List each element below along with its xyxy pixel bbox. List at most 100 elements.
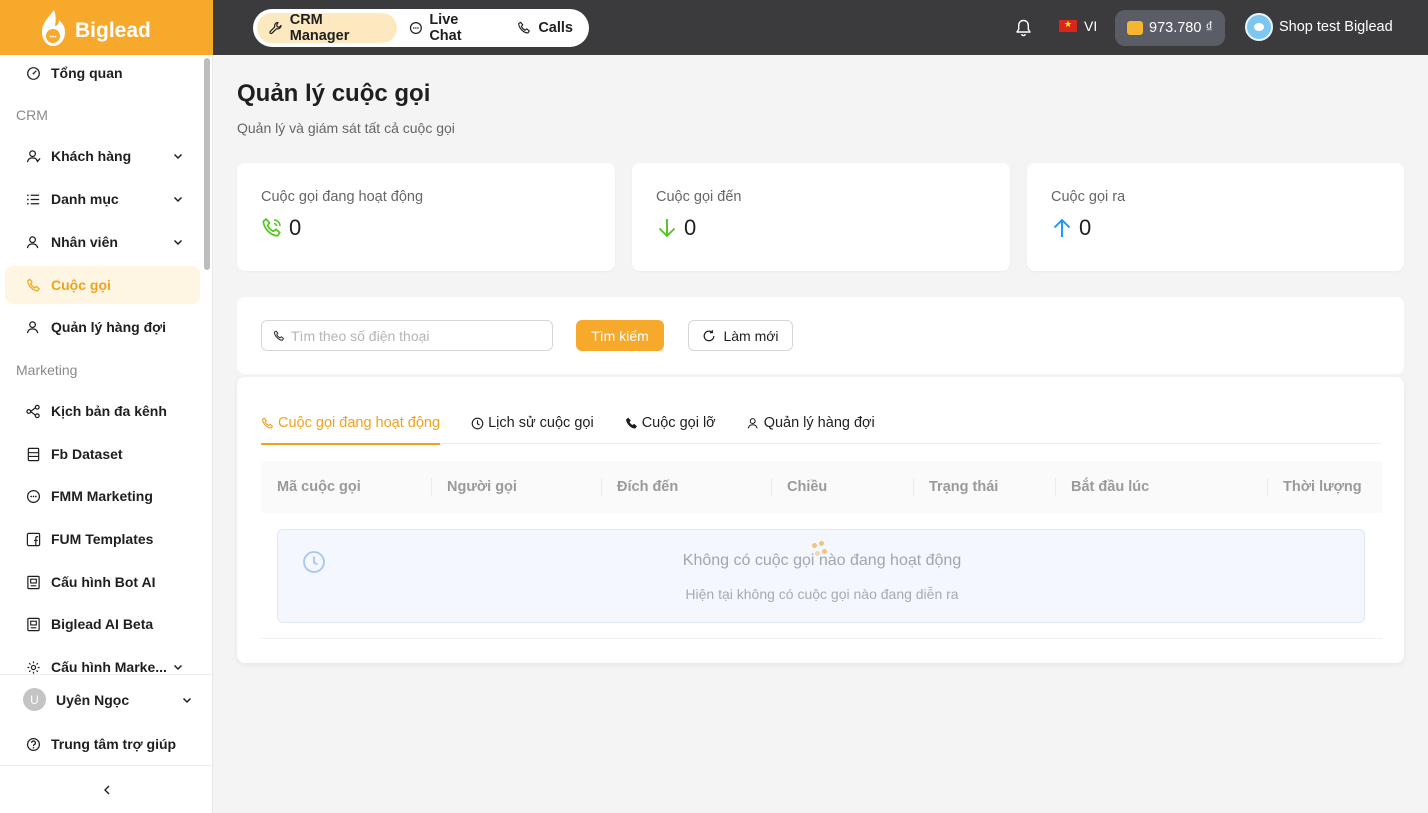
sidebar-item-fmm-marketing[interactable]: FMM Marketing — [5, 477, 200, 515]
phone-search-input[interactable] — [291, 327, 541, 344]
avatar: U — [23, 688, 46, 711]
stat-label: Cuộc gọi ra — [1051, 189, 1126, 205]
tab-live-chat-label: Live Chat — [429, 12, 462, 44]
sidebar-item-customers[interactable]: Khách hàng — [5, 137, 200, 175]
sidebar-item-overview[interactable]: Tổng quan — [5, 54, 200, 92]
app-switcher: CRM Manager Live Chat Calls — [253, 9, 589, 47]
sidebar-item-calls[interactable]: Cuộc gọi — [5, 266, 200, 304]
phone-icon — [261, 417, 273, 429]
shop-avatar — [1245, 13, 1273, 41]
empty-state-description: Hiện tại không có cuộc gọi nào đang diễn… — [685, 586, 959, 602]
column-header-started-at[interactable]: Bắt đầu lúc — [1055, 461, 1267, 513]
sidebar-item-label: Cuộc gọi — [51, 277, 111, 293]
staff-icon — [26, 235, 39, 248]
sidebar-item-label: Fb Dataset — [51, 446, 123, 462]
dashboard-icon — [27, 66, 40, 80]
bell-icon[interactable] — [1015, 19, 1032, 37]
language-selector[interactable]: VI — [1059, 18, 1097, 34]
chevron-down-icon — [182, 697, 192, 703]
clock-icon — [471, 417, 484, 429]
facebook-icon — [26, 532, 41, 546]
sidebar-item-fb-dataset[interactable]: Fb Dataset — [5, 435, 200, 473]
chevron-down-icon — [173, 664, 183, 671]
page-title: Quản lý cuộc gọi — [237, 80, 431, 107]
sidebar-item-bot-ai-config[interactable]: Cấu hình Bot AI — [5, 563, 200, 601]
sidebar-scrollbar[interactable] — [204, 58, 210, 270]
balance-amount: 973.780 ₫ — [1149, 20, 1213, 36]
queue-icon — [747, 417, 758, 429]
flow-icon — [26, 404, 40, 418]
language-code: VI — [1084, 18, 1098, 34]
tab-missed-calls[interactable]: Cuộc gọi lỡ — [625, 402, 716, 444]
user-menu[interactable]: U Uyên Ngọc — [0, 674, 213, 724]
tab-label: Lịch sử cuộc gọi — [488, 415, 594, 431]
queue-icon — [26, 320, 39, 333]
phone-search-field[interactable] — [261, 320, 553, 351]
sidebar-item-queue[interactable]: Quản lý hàng đợi — [5, 308, 200, 346]
column-header-destination[interactable]: Đích đến — [601, 461, 771, 513]
search-button[interactable]: Tìm kiếm — [576, 320, 664, 351]
calls-table-card: Cuộc gọi đang hoạt động Lịch sử cuộc gọi… — [237, 377, 1404, 663]
column-header-caller[interactable]: Người gọi — [431, 461, 601, 513]
shop-name: Shop test Biglead — [1279, 19, 1393, 35]
stat-label: Cuộc gọi đang hoạt động — [261, 189, 424, 205]
sidebar-item-label: FUM Templates — [51, 531, 154, 547]
wallet-balance[interactable]: 973.780 ₫ — [1115, 10, 1225, 46]
tab-calls[interactable]: Calls — [505, 13, 585, 43]
settings-icon — [27, 660, 40, 674]
brand-name: Biglead — [75, 18, 151, 42]
stat-label: Cuộc gọi đến — [656, 189, 742, 205]
empty-state-title: Không có cuộc gọi nào đang hoạt động — [682, 552, 962, 569]
stat-card-active-calls: Cuộc gọi đang hoạt động 0 — [237, 163, 615, 271]
bot-icon — [27, 575, 40, 589]
help-center-link[interactable]: Trung tâm trợ giúp — [0, 724, 213, 764]
tab-call-history[interactable]: Lịch sử cuộc gọi — [471, 402, 594, 444]
refresh-icon — [704, 329, 715, 341]
sidebar-item-label: FMM Marketing — [51, 488, 153, 504]
message-icon — [26, 489, 41, 503]
tab-label: Cuộc gọi lỡ — [641, 415, 716, 431]
chevron-down-icon — [173, 239, 183, 246]
column-header-call-id[interactable]: Mã cuộc gọi — [261, 461, 431, 513]
chevron-down-icon — [173, 196, 183, 203]
arrow-up-icon — [1053, 219, 1071, 237]
sidebar-item-label: Nhân viên — [51, 234, 118, 250]
sidebar-item-label: Cấu hình Marke... — [51, 659, 167, 675]
empty-state: Không có cuộc gọi nào đang hoạt động Hiệ… — [277, 529, 1365, 623]
tab-crm-manager-label: CRM Manager — [289, 12, 350, 44]
sidebar-item-label: Khách hàng — [51, 148, 132, 164]
wrench-icon — [269, 21, 282, 35]
refresh-label: Làm mới — [723, 327, 779, 344]
sidebar-item-label: Tổng quan — [51, 65, 123, 81]
chat-bubble-icon — [409, 21, 422, 35]
shop-profile[interactable]: Shop test Biglead — [1245, 13, 1393, 41]
sidebar-item-biglead-ai-beta[interactable]: Biglead AI Beta — [5, 605, 200, 643]
brand[interactable]: Biglead — [0, 0, 213, 55]
sidebar: Tổng quan CRM Khách hàng Danh mục Nhân v… — [0, 55, 213, 813]
tab-queue-management[interactable]: Quản lý hàng đợi — [747, 402, 875, 444]
tab-live-chat[interactable]: Live Chat — [397, 12, 506, 44]
sidebar-item-label: Danh mục — [51, 191, 119, 207]
sidebar-item-fum-templates[interactable]: FUM Templates — [5, 520, 200, 558]
biglead-logo-icon — [38, 8, 68, 48]
arrow-down-icon — [658, 219, 676, 237]
wallet-icon — [1127, 21, 1143, 35]
refresh-button[interactable]: Làm mới — [688, 320, 793, 351]
stat-card-outgoing-calls: Cuộc gọi ra 0 — [1027, 163, 1404, 271]
tab-active-calls[interactable]: Cuộc gọi đang hoạt động — [261, 402, 441, 445]
table-header: Mã cuộc gọi Người gọi Đích đến Chiều Trạ… — [261, 461, 1382, 513]
stat-card-incoming-calls: Cuộc gọi đến 0 — [632, 163, 1010, 271]
sidebar-item-categories[interactable]: Danh mục — [5, 180, 200, 218]
sidebar-item-multichannel-flow[interactable]: Kịch bản đa kênh — [5, 392, 200, 430]
tab-crm-manager[interactable]: CRM Manager — [257, 12, 397, 44]
tab-label: Quản lý hàng đợi — [763, 415, 875, 431]
column-header-direction[interactable]: Chiều — [771, 461, 913, 513]
column-header-status[interactable]: Trạng thái — [913, 461, 1055, 513]
sidebar-item-label: Cấu hình Bot AI — [51, 574, 156, 590]
column-header-duration[interactable]: Thời lượng — [1267, 461, 1382, 513]
sidebar-item-staff[interactable]: Nhân viên — [5, 223, 200, 261]
phone-icon — [27, 278, 40, 291]
vietnam-flag-icon — [1059, 19, 1077, 32]
collapse-sidebar-button[interactable] — [0, 765, 213, 813]
page-subtitle: Quản lý và giám sát tất cả cuộc gọi — [237, 120, 455, 136]
